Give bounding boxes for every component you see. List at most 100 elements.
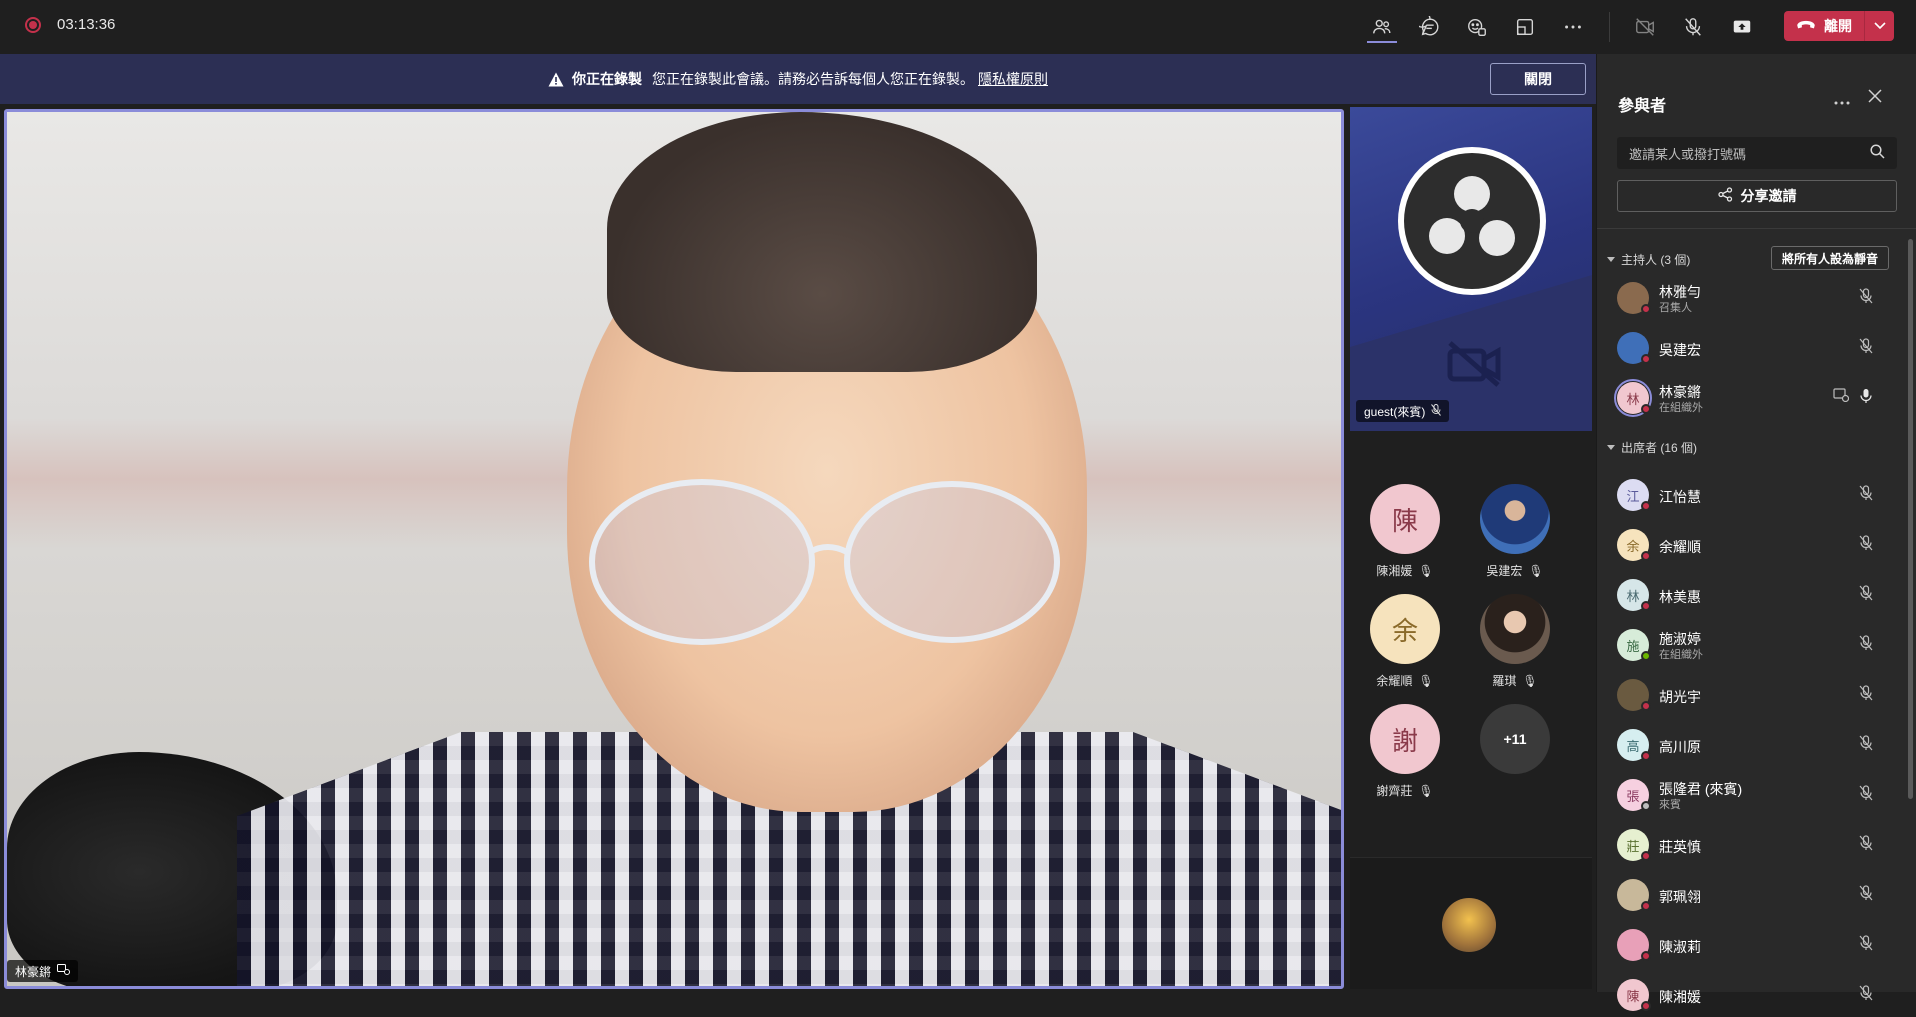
more-options-icon[interactable] [1559,13,1587,41]
speaker-name: 林豪鏘 [15,964,52,979]
presence-status-icon [1641,851,1651,861]
external-user-icon [57,964,71,978]
panel-scrollbar[interactable] [1908,239,1913,799]
participant-name: 余耀順 [1659,539,1701,555]
screen-share-icon [1833,388,1850,407]
active-tab-indicator [1367,41,1397,43]
mic-off-icon[interactable] [1859,585,1873,606]
mic-off-icon[interactable] [1859,885,1873,906]
participant-row[interactable]: 郭珮翎 [1597,873,1897,917]
leave-label: 離開 [1824,18,1852,34]
leave-button[interactable]: 離開 [1784,11,1894,41]
presence-status-icon [1641,751,1651,761]
participant-row[interactable]: 施施淑婷 在組織外 [1597,623,1897,667]
privacy-link[interactable]: 隱私權原則 [978,69,1048,89]
camera-off-icon[interactable] [1631,13,1659,41]
participant-name: 莊英慎 [1659,839,1701,855]
avatar: 陳 [1370,484,1440,554]
participant-role: 召集人 [1659,302,1692,314]
mic-off-icon[interactable] [1859,485,1873,506]
recording-icon [25,17,41,33]
participant-row[interactable]: 莊莊英慎 [1597,823,1897,867]
mic-off-icon[interactable] [1859,635,1873,656]
mic-off-icon[interactable] [1859,935,1873,956]
mic-off-icon [1431,403,1442,419]
mic-off-icon: 🎙 [1522,673,1538,688]
participant-name: 陳湘媛 [1659,989,1701,1005]
participant-row[interactable]: 林雅勻 召集人 [1597,276,1897,320]
mic-off-icon[interactable] [1859,535,1873,556]
participant-name: 吳建宏 [1659,342,1701,358]
attendees-section-header[interactable]: 出席者 (16 個) [1607,439,1697,456]
mic-off-icon[interactable] [1859,288,1873,309]
mute-all-button[interactable]: 將所有人設為靜音 [1771,246,1889,270]
rooms-icon[interactable] [1511,13,1539,41]
mic-off-icon[interactable] [1859,735,1873,756]
presence-status-icon [1641,601,1651,611]
presence-status-icon [1641,951,1651,961]
self-avatar [1442,898,1496,952]
avatar-tile[interactable]: 羅琪 🎙 [1460,594,1570,689]
participant-row[interactable]: 吳建宏 [1597,326,1897,370]
mic-off-icon: 🎙 [1418,673,1434,688]
avatar: 余 [1370,594,1440,664]
share-invite-label: 分享邀請 [1740,188,1797,204]
participant-row[interactable]: 陳陳湘媛 [1597,973,1897,1017]
avatar-name: 余耀順 [1376,674,1413,688]
leave-main[interactable]: 離開 [1784,11,1864,41]
participant-row[interactable]: 陳淑莉 [1597,923,1897,967]
presence-status-icon [1641,1001,1651,1011]
search-icon[interactable] [1870,144,1885,162]
avatar-name-row: 羅琪 🎙 [1460,672,1570,689]
participant-row[interactable]: 林林美惠 [1597,573,1897,617]
presence-status-icon [1641,801,1651,811]
avatar-name-row: 吳建宏 🎙 [1460,562,1570,579]
self-video-tile[interactable] [1350,857,1592,989]
presence-status-icon [1641,551,1651,561]
participant-name: 江怡慧 [1659,489,1701,505]
panel-more-icon[interactable] [1833,90,1851,111]
hosts-section-header[interactable]: 主持人 (3 個) [1607,251,1690,268]
participant-row[interactable]: 江江怡慧 [1597,473,1897,517]
chevron-down-icon [1607,256,1615,262]
participant-row[interactable]: 胡光宇 [1597,673,1897,717]
mic-off-icon[interactable] [1859,985,1873,1006]
avatar-tile[interactable]: 陳 陳湘媛 🎙 [1350,484,1460,579]
mic-off-icon[interactable] [1859,338,1873,359]
avatar-tile[interactable]: 謝 謝齊莊 🎙 [1350,704,1460,799]
recording-banner: 你正在錄製 您正在錄製此會議。請務必告訴每個人您正在錄製。 隱私權原則 [0,54,1596,104]
participant-row[interactable]: 張張隆君 (來賓) 來賓 [1597,773,1897,817]
close-icon[interactable] [1867,88,1883,109]
guest-video-tile[interactable] [1350,107,1592,431]
participant-row[interactable]: 余余耀順 [1597,523,1897,567]
reactions-icon[interactable] [1463,13,1491,41]
mic-off-icon[interactable] [1859,685,1873,706]
more-participants-tile[interactable]: +11 [1460,704,1570,774]
participant-role: 來賓 [1659,799,1681,811]
chevron-down-icon[interactable] [1865,11,1894,41]
chat-icon[interactable] [1416,13,1444,41]
glasses [589,479,1060,645]
top-bar: 03:13:36 離開 [0,0,1916,54]
chevron-down-icon [1607,444,1615,450]
avatar: 謝 [1370,704,1440,774]
people-icon[interactable] [1368,13,1396,41]
mic-off-icon[interactable] [1859,785,1873,806]
close-banner-button[interactable]: 關閉 [1490,63,1586,95]
mic-off-icon[interactable] [1859,835,1873,856]
participants-panel: 參與者 邀請某人或撥打號碼 分享邀請 主持人 (3 個) 將所有人設為靜音 林雅… [1596,54,1916,1011]
mic-on-icon[interactable] [1859,388,1873,409]
invite-search-input[interactable]: 邀請某人或撥打號碼 [1617,137,1897,169]
participant-role: 在組織外 [1659,402,1703,414]
participant-row[interactable]: 高高川原 [1597,723,1897,767]
participant-row[interactable]: 林林豪鏘 在組織外 [1597,376,1897,420]
avatar-tile[interactable]: 余 余耀順 🎙 [1350,594,1460,689]
banner-message: 您正在錄製此會議。請務必告訴每個人您正在錄製。 [652,71,974,87]
share-invite-button[interactable]: 分享邀請 [1617,180,1897,212]
main-video-tile[interactable] [4,109,1344,989]
hosts-label: 主持人 (3 個) [1621,253,1691,267]
avatar-tile[interactable]: 吳建宏 🎙 [1460,484,1570,579]
guest-name: guest(來賓) [1364,404,1426,419]
mic-off-icon[interactable] [1679,13,1707,41]
share-screen-icon[interactable] [1728,13,1756,41]
